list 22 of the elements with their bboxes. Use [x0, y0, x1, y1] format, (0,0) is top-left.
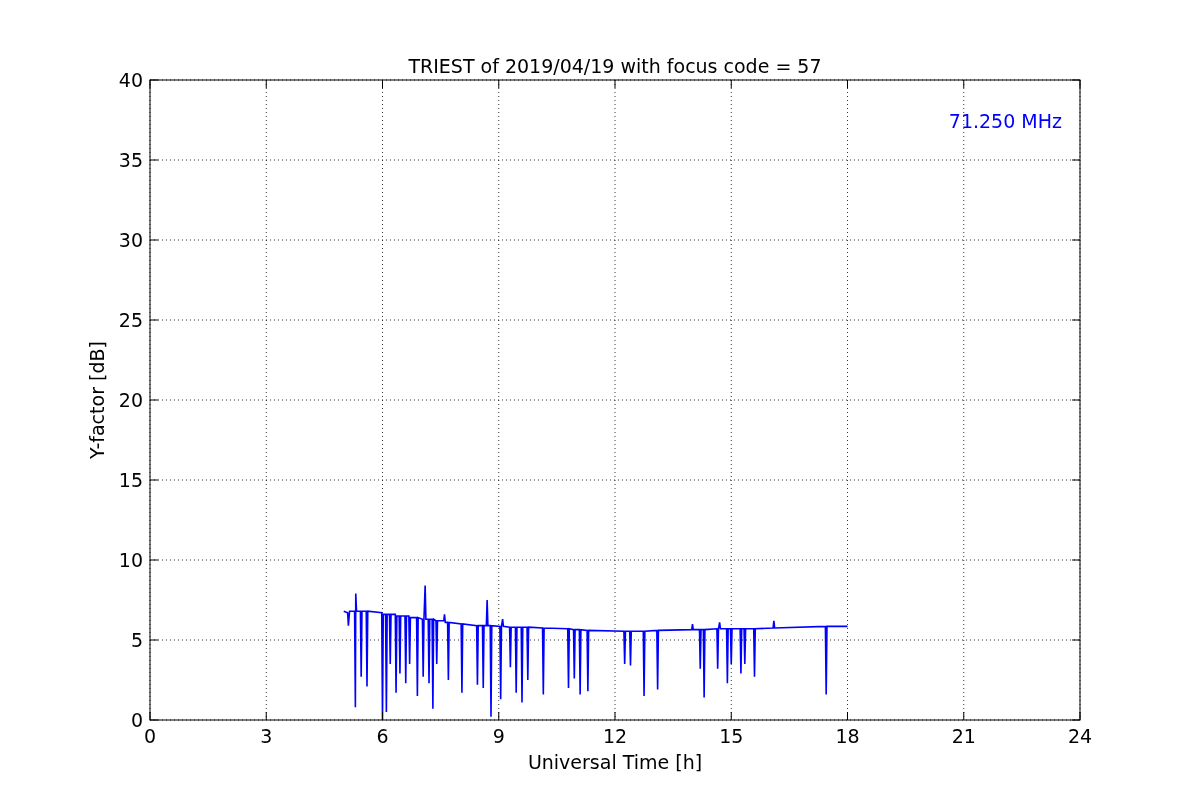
tick-label: 35 [118, 149, 143, 171]
tick-label: 30 [118, 229, 143, 251]
tick-label: 12 [602, 725, 628, 747]
tick-label: 6 [376, 725, 389, 747]
tick-label: 21 [951, 725, 976, 747]
tick-label: 5 [130, 629, 143, 651]
tick-label: 25 [118, 309, 143, 331]
tick-label: 40 [118, 69, 143, 91]
tick-label: 18 [835, 725, 860, 747]
tick-label: 15 [719, 725, 744, 747]
frequency-label: 71.250 MHz [948, 110, 1062, 132]
tick-label: 15 [118, 469, 143, 491]
tick-label: 0 [130, 709, 143, 731]
tick-label: 3 [260, 725, 273, 747]
axis-label: Universal Time [h] [527, 751, 703, 773]
axis-label: Y-factor [dB] [86, 341, 108, 459]
tick-label: 0 [143, 725, 157, 747]
tick-label: 9 [492, 725, 505, 747]
chart-title: TRIEST of 2019/04/19 with focus code = 57 [408, 55, 822, 77]
tick-label: 20 [118, 389, 143, 411]
tick-label: 10 [118, 549, 143, 571]
tick-label: 24 [1067, 725, 1093, 747]
